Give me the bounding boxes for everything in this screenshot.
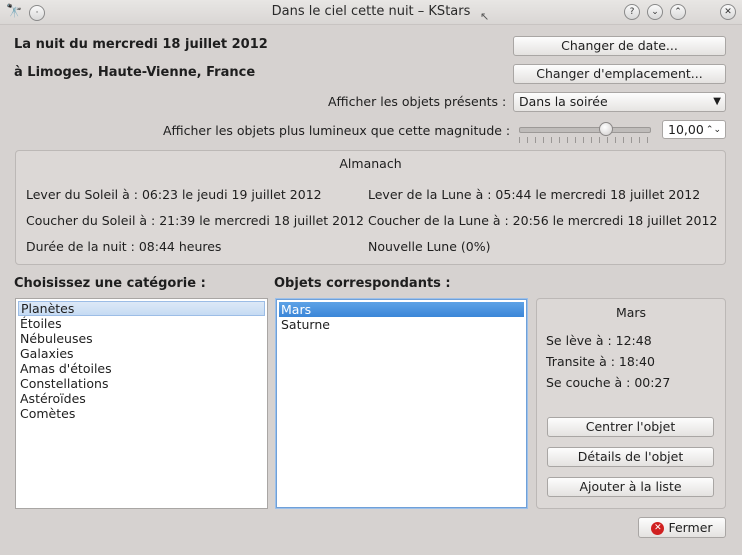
moon-phase-text: Nouvelle Lune (0%) [368, 239, 491, 254]
change-location-button[interactable]: Changer d'emplacement... [513, 64, 726, 84]
close-window-icon[interactable]: ✕ [720, 4, 736, 20]
objects-label: Objets correspondants : [274, 276, 451, 291]
chevron-down-icon: ▼ [713, 96, 721, 107]
magnitude-spinbox[interactable]: 10,00 ⌃⌄ [662, 120, 726, 139]
show-objects-label: Afficher les objets présents : [328, 94, 507, 109]
category-list[interactable]: Planètes Étoiles Nébuleuses Galaxies Amas d'… [15, 298, 268, 509]
moonset-text: Coucher de la Lune à : 20:56 le mercredi… [368, 213, 718, 228]
object-details-button[interactable]: Détails de l'objet [547, 447, 714, 467]
list-item[interactable]: Astéroïdes [18, 391, 265, 406]
maximize-icon[interactable]: ⌃ [670, 4, 686, 20]
list-item[interactable]: Comètes [18, 406, 265, 421]
center-object-button[interactable]: Centrer l'objet [547, 417, 714, 437]
change-date-button[interactable]: Changer de date... [513, 36, 726, 56]
sunset-text: Coucher du Soleil à : 21:39 le mercredi … [26, 213, 364, 228]
sunrise-text: Lever du Soleil à : 06:23 le jeudi 19 ju… [26, 187, 322, 202]
transit-time-text: Transite à : 18:40 [546, 354, 655, 369]
list-item[interactable]: Planètes [18, 301, 265, 316]
close-icon: ✕ [651, 522, 665, 535]
magnitude-value: 10,00 [668, 122, 704, 137]
list-item[interactable]: Saturne [279, 317, 524, 332]
list-item[interactable]: Galaxies [18, 346, 265, 361]
moonrise-text: Lever de la Lune à : 05:44 le mercredi 1… [368, 187, 701, 202]
magnitude-slider-ticks [519, 137, 649, 143]
set-time-text: Se couche à : 00:27 [546, 375, 671, 390]
objects-list[interactable]: Mars Saturne [276, 299, 527, 508]
show-objects-value: Dans la soirée [519, 94, 608, 109]
add-to-list-button[interactable]: Ajouter à la liste [547, 477, 714, 497]
list-item[interactable]: Étoiles [18, 316, 265, 331]
list-item[interactable]: Amas d'étoiles [18, 361, 265, 376]
location-heading: à Limoges, Haute-Vienne, France [14, 65, 256, 80]
category-label: Choisissez une catégorie : [14, 276, 206, 291]
show-objects-select[interactable]: Dans la soirée ▼ [513, 92, 726, 112]
list-item[interactable]: Constellations [18, 376, 265, 391]
help-icon[interactable]: ? [624, 4, 640, 20]
magnitude-slider[interactable] [519, 127, 651, 133]
mouse-cursor-icon: ↖ [480, 10, 490, 23]
list-item[interactable]: Nébuleuses [18, 331, 265, 346]
window-titlebar[interactable]: 🔭 · Dans le ciel cette nuit – KStars ↖ ?… [0, 0, 742, 25]
spin-arrows-icon[interactable]: ⌃⌄ [706, 121, 721, 139]
magnitude-slider-handle[interactable] [598, 122, 613, 136]
date-heading: La nuit du mercredi 18 juillet 2012 [14, 37, 268, 52]
magnitude-label: Afficher les objets plus lumineux que ce… [163, 123, 511, 138]
close-button-label: Fermer [668, 520, 713, 535]
rise-time-text: Se lève à : 12:48 [546, 333, 652, 348]
object-name: Mars [615, 305, 647, 320]
night-length-text: Durée de la nuit : 08:44 heures [26, 239, 222, 254]
list-item[interactable]: Mars [279, 302, 524, 317]
minimize-icon[interactable]: ⌄ [647, 4, 663, 20]
close-button[interactable]: ✕ Fermer [638, 517, 726, 538]
almanac-title: Almanach [339, 156, 402, 171]
